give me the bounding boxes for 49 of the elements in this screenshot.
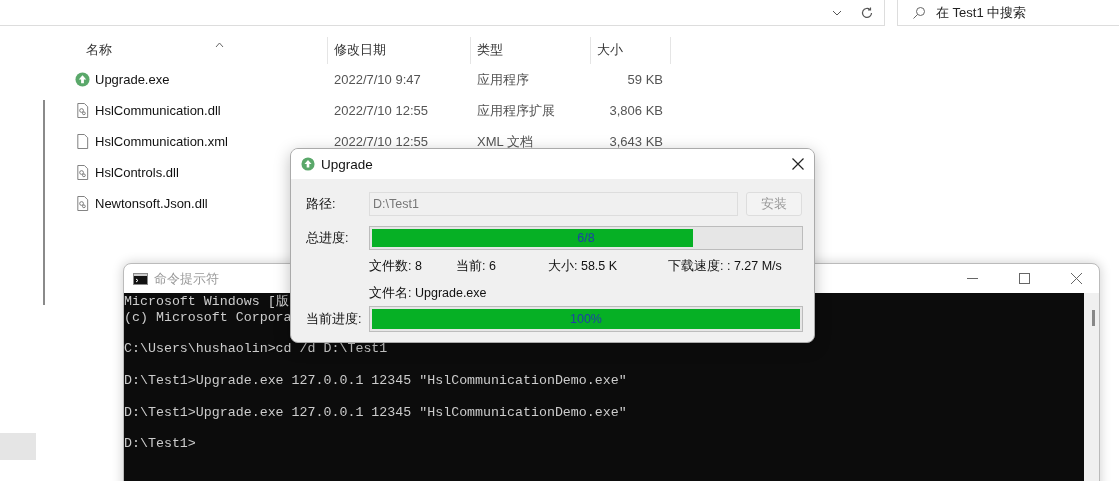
gear-file-icon xyxy=(75,196,90,211)
console-line: D:\Test1> xyxy=(124,436,196,452)
console-line: Microsoft Windows [版 xyxy=(124,294,289,310)
dialog-title: Upgrade xyxy=(321,156,374,172)
console-line: (c) Microsoft Corpora xyxy=(124,309,292,326)
close-icon[interactable] xyxy=(792,158,804,170)
search-icon xyxy=(912,5,926,20)
gear-file-icon xyxy=(75,103,90,118)
console-line: D:\Test1>Upgrade.exe 127.0.0.1 12345 "HslCommunicationDemo.exe" xyxy=(124,404,627,421)
file-size: 3,643 KB xyxy=(609,134,663,149)
progress-label: 总进度: xyxy=(306,229,349,247)
file-name-text: 文件名: Upgrade.exe xyxy=(369,284,487,302)
file-date: 2022/7/10 12:55 xyxy=(334,134,428,149)
scrollbar-thumb[interactable] xyxy=(1092,310,1095,326)
upload-icon xyxy=(75,72,90,87)
file-type: 应用程序 xyxy=(477,71,529,87)
gear-file-icon xyxy=(75,165,90,180)
file-size: 3,806 KB xyxy=(609,103,663,118)
stat-text: 大小: 58.5 K xyxy=(548,257,619,275)
file-icon xyxy=(75,134,90,149)
file-date: 2022/7/10 12:55 xyxy=(334,103,428,118)
stat-text: 当前: 6 xyxy=(456,257,497,275)
file-type: XML 文档 xyxy=(477,133,533,149)
progress-text: 100% xyxy=(570,312,602,326)
file-type: 应用程序扩展 xyxy=(477,102,555,118)
upload-icon xyxy=(301,157,315,171)
terminal-icon xyxy=(133,272,148,285)
stat-text: 下载速度: : 7.27 M/s xyxy=(668,257,783,275)
stat-text: 文件数: 8 xyxy=(369,257,423,275)
column-header[interactable]: 名称 xyxy=(86,42,112,59)
path-label: 路径: xyxy=(306,195,336,213)
maximize-icon[interactable] xyxy=(1018,273,1030,284)
search-field[interactable]: 在 Test1 中搜索 xyxy=(934,4,1118,21)
file-name[interactable]: HslCommunication.dll xyxy=(95,103,221,118)
console-line: D:\Test1>Upgrade.exe 127.0.0.1 12345 "HslCommunicationDemo.exe" xyxy=(124,373,627,389)
column-header[interactable]: 修改日期 xyxy=(334,42,386,59)
file-name[interactable]: HslCommunication.xml xyxy=(95,134,228,149)
file-size: 59 KB xyxy=(627,72,663,87)
column-header[interactable]: 大小 xyxy=(597,42,623,59)
file-name[interactable]: Upgrade.exe xyxy=(95,72,170,87)
file-name[interactable]: Newtonsoft.Json.dll xyxy=(95,196,208,211)
file-date: 2022/7/10 9:47 xyxy=(334,72,421,87)
column-header[interactable]: 类型 xyxy=(477,42,503,59)
progress-label: 当前进度: xyxy=(306,310,362,328)
refresh-icon[interactable] xyxy=(860,5,874,20)
file-name[interactable]: HslControls.dll xyxy=(95,165,179,180)
progress-text: 6/8 xyxy=(577,231,595,245)
console-line: C:\Users\hushaolin>cd /d D:\Test1 xyxy=(124,341,388,358)
window-title: 命令提示符 xyxy=(154,269,220,288)
